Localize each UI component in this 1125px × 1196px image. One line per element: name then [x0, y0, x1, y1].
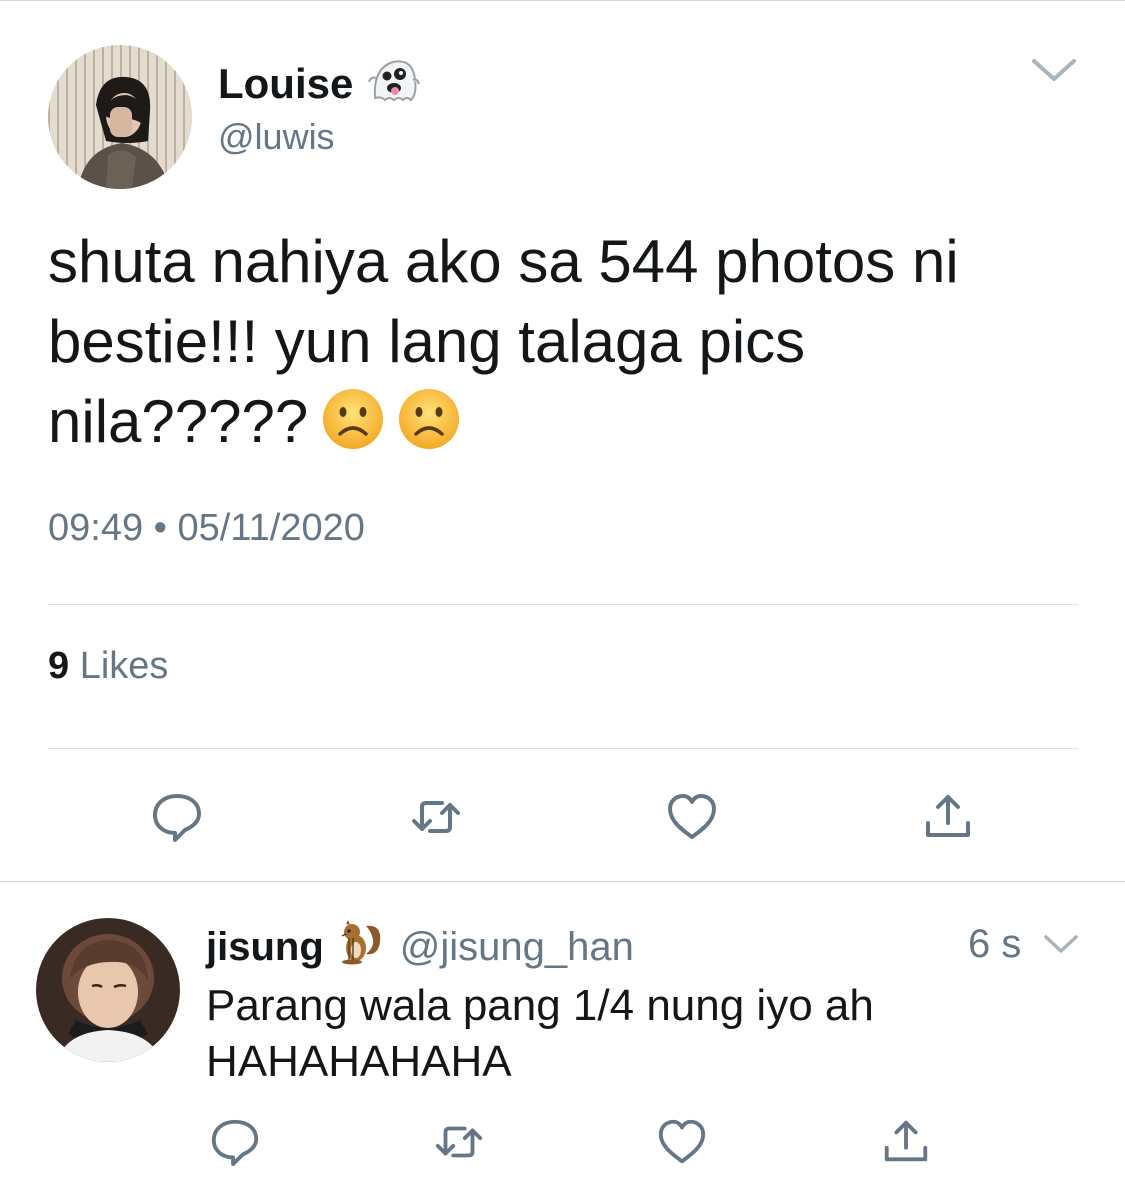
- more-options-chevron-down-icon[interactable]: [1030, 55, 1078, 85]
- reply-text: Parang wala pang 1/4 nung iyo ah HAHAHAH…: [206, 981, 874, 1086]
- likes-summary[interactable]: 9 Likes: [48, 645, 168, 688]
- author-name-text[interactable]: Louise: [218, 60, 353, 108]
- frowning-face-emoji-icon: [323, 389, 384, 449]
- reply-more-options-chevron-down-icon[interactable]: [1042, 932, 1080, 956]
- top-divider: [0, 0, 1125, 1]
- author-handle[interactable]: @luwis: [218, 116, 335, 158]
- chipmunk-emoji-icon: [336, 918, 384, 976]
- author-display-name[interactable]: Louise: [218, 54, 421, 114]
- reply-reply-icon[interactable]: [205, 1112, 265, 1172]
- divider: [48, 748, 1078, 749]
- reply-author-name[interactable]: jisung: [206, 925, 324, 970]
- tweet-text-container: shuta nahiya ako sa 544 photos ni bestie…: [48, 222, 1078, 462]
- likes-count: 9: [48, 645, 70, 687]
- reply-timestamp[interactable]: 6 s: [968, 922, 1021, 967]
- reply-retweet-icon[interactable]: [429, 1112, 489, 1172]
- divider: [48, 604, 1078, 605]
- reply-author-handle[interactable]: @jisung_han: [400, 925, 634, 970]
- tweet-emojis: [322, 388, 460, 450]
- author-avatar[interactable]: [48, 45, 192, 189]
- reply-share-icon[interactable]: [876, 1112, 936, 1172]
- retweet-icon[interactable]: [406, 787, 466, 847]
- reply-like-heart-icon[interactable]: [652, 1112, 712, 1172]
- ghost-emoji-icon: [367, 54, 421, 114]
- likes-label: Likes: [79, 645, 169, 687]
- tweet-timestamp[interactable]: 09:49 • 05/11/2020: [48, 507, 365, 550]
- share-icon[interactable]: [918, 787, 978, 847]
- section-divider: [0, 881, 1125, 882]
- reply-icon[interactable]: [147, 787, 207, 847]
- reply-header: jisung @jisung_han: [206, 918, 634, 976]
- reply-author-avatar[interactable]: [36, 918, 180, 1062]
- tweet-text: shuta nahiya ako sa 544 photos ni bestie…: [48, 228, 959, 455]
- frowning-face-emoji-icon: [399, 389, 460, 449]
- like-heart-icon[interactable]: [662, 787, 722, 847]
